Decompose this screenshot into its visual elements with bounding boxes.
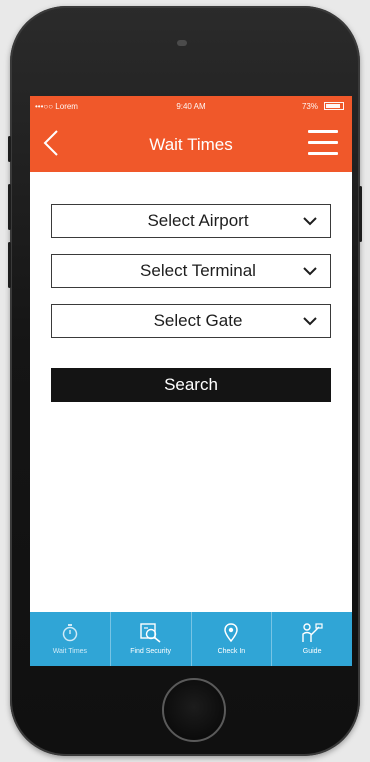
tab-guide[interactable]: Guide <box>271 612 352 666</box>
select-gate-dropdown[interactable]: Select Gate <box>51 304 331 338</box>
page: •••○○ Lorem 9:40 AM 73% Wait Times Selec… <box>0 0 370 762</box>
stopwatch-icon <box>62 624 78 642</box>
home-button[interactable] <box>162 678 226 742</box>
battery-percent: 73% <box>301 102 318 111</box>
select-gate-label: Select Gate <box>153 311 243 330</box>
chevron-down-icon <box>303 317 317 326</box>
earpiece-speaker <box>177 40 187 46</box>
volume-up-button <box>8 184 11 230</box>
tab-label: Wait Times <box>52 648 88 655</box>
tab-find-security[interactable]: Find Security <box>109 612 191 666</box>
volume-down-button <box>8 242 11 288</box>
mute-switch <box>8 136 11 162</box>
select-terminal-dropdown[interactable]: Select Terminal <box>51 254 331 288</box>
menu-line-icon <box>308 130 338 133</box>
bottom-tab-bar: Wait Times Find Security Check In Guide <box>30 612 352 666</box>
status-bar: •••○○ Lorem 9:40 AM 73% <box>30 96 352 118</box>
tab-check-in[interactable]: Check In <box>190 612 272 666</box>
tab-label: Check In <box>217 648 246 655</box>
location-pin-icon <box>224 623 239 643</box>
page-title: Wait Times <box>149 135 233 154</box>
chevron-down-icon <box>303 267 317 276</box>
battery-icon <box>324 102 344 110</box>
power-button <box>359 186 362 242</box>
menu-line-icon <box>308 152 338 155</box>
chevron-down-icon <box>303 217 317 226</box>
security-search-icon <box>139 623 161 643</box>
select-airport-label: Select Airport <box>147 211 249 230</box>
search-button[interactable]: Search <box>51 368 331 402</box>
app-screen: •••○○ Lorem 9:40 AM 73% Wait Times Selec… <box>30 96 352 666</box>
tab-wait-times[interactable]: Wait Times <box>30 612 110 666</box>
select-terminal-label: Select Terminal <box>140 261 256 280</box>
app-header: •••○○ Lorem 9:40 AM 73% Wait Times <box>30 96 352 172</box>
menu-line-icon <box>308 141 338 144</box>
tab-label: Guide <box>302 648 322 655</box>
guide-person-icon <box>302 623 323 642</box>
tab-label: Find Security <box>130 648 172 655</box>
select-airport-dropdown[interactable]: Select Airport <box>51 204 331 238</box>
hamburger-menu-button[interactable] <box>308 128 338 158</box>
